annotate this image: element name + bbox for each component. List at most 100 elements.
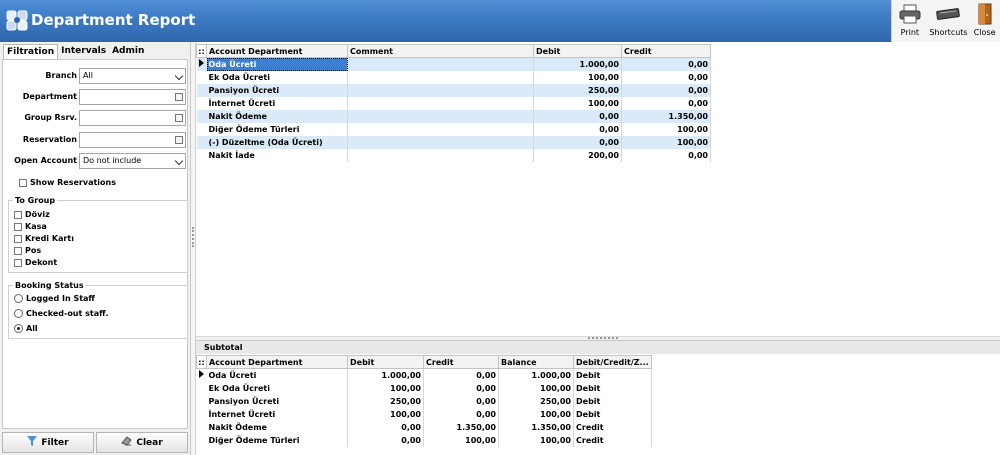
- open-account-select[interactable]: Do not include: [79, 153, 186, 169]
- to-group-item[interactable]: Kasa: [14, 222, 47, 231]
- account-department-cell[interactable]: İnternet Ücreti: [206, 407, 348, 421]
- lookup-icon[interactable]: [175, 114, 183, 122]
- table-row[interactable]: Nakit İade 200,00 0,00: [196, 148, 711, 162]
- radio-circle[interactable]: [14, 294, 23, 303]
- department-field[interactable]: [79, 89, 186, 105]
- checkbox-box[interactable]: [14, 210, 22, 219]
- shortcuts-button[interactable]: Shortcuts: [928, 0, 970, 42]
- debit-cell[interactable]: 0,00: [533, 135, 622, 149]
- table-row[interactable]: (-) Düzeltme (Oda Ücreti) 0,00 100,00: [196, 135, 711, 149]
- credit-cell[interactable]: 1.350,00: [423, 420, 499, 434]
- credit-cell[interactable]: 0,00: [423, 394, 499, 408]
- credit-cell[interactable]: 100,00: [621, 122, 711, 136]
- credit-cell[interactable]: 0,00: [423, 381, 499, 395]
- radio-all[interactable]: All: [14, 324, 38, 333]
- table-row[interactable]: Diğer Ödeme Türleri 0,00 100,00 100,00 C…: [196, 433, 652, 447]
- balance-cell[interactable]: 100,00: [498, 433, 574, 447]
- account-department-cell[interactable]: İnternet Ücreti: [206, 96, 348, 110]
- radio-checked-out[interactable]: Checked-out staff.: [14, 309, 109, 318]
- comment-cell[interactable]: [347, 122, 534, 136]
- comment-cell[interactable]: [347, 96, 534, 110]
- account-department-cell[interactable]: Nakit Ödeme: [206, 109, 348, 123]
- column-header[interactable]: Account Department: [206, 44, 348, 58]
- tab-admin[interactable]: Admin: [109, 44, 147, 60]
- branch-select[interactable]: All: [79, 68, 186, 84]
- tab-filtration[interactable]: Filtration: [3, 44, 59, 60]
- debit-cell[interactable]: 1.000,00: [533, 57, 622, 71]
- credit-cell[interactable]: 0,00: [621, 148, 711, 162]
- print-button[interactable]: Print: [892, 0, 928, 42]
- balance-cell[interactable]: 250,00: [498, 394, 574, 408]
- debit-cell[interactable]: 0,00: [533, 109, 622, 123]
- clear-button[interactable]: Clear: [96, 432, 188, 453]
- comment-cell[interactable]: [347, 109, 534, 123]
- grid-options-icon[interactable]: ::: [196, 44, 207, 58]
- account-department-cell[interactable]: Ek Oda Ücreti: [206, 70, 348, 84]
- comment-cell[interactable]: [347, 135, 534, 149]
- account-department-cell[interactable]: Pansiyon Ücreti: [206, 83, 348, 97]
- column-header[interactable]: Credit: [621, 44, 711, 58]
- filter-button[interactable]: Filter: [2, 432, 94, 453]
- debit-cell[interactable]: 100,00: [347, 407, 424, 421]
- table-row[interactable]: Ek Oda Ücreti 100,00 0,00 100,00 Debit: [196, 381, 652, 395]
- to-group-item[interactable]: Dekont: [14, 258, 57, 267]
- account-department-cell[interactable]: Ek Oda Ücreti: [206, 381, 348, 395]
- lookup-icon[interactable]: [175, 93, 183, 101]
- radio-logged-in[interactable]: Logged In Staff: [14, 294, 95, 303]
- to-group-item[interactable]: Kredi Kartı: [14, 234, 74, 243]
- column-header[interactable]: Debit: [347, 355, 424, 369]
- to-group-item[interactable]: Pos: [14, 246, 41, 255]
- comment-cell[interactable]: [347, 57, 534, 71]
- column-header[interactable]: Comment: [347, 44, 534, 58]
- table-row[interactable]: Nakit Ödeme 0,00 1.350,00: [196, 109, 711, 123]
- comment-cell[interactable]: [347, 70, 534, 84]
- radio-circle-selected[interactable]: [14, 324, 23, 333]
- column-header[interactable]: Credit: [423, 355, 499, 369]
- table-row[interactable]: Oda Ücreti 1.000,00 0,00: [196, 57, 711, 71]
- credit-cell[interactable]: 0,00: [621, 96, 711, 110]
- balance-cell[interactable]: 100,00: [498, 407, 574, 421]
- radio-circle[interactable]: [14, 309, 23, 318]
- balance-cell[interactable]: 1.000,00: [498, 368, 574, 382]
- debit-cell[interactable]: 0,00: [347, 433, 424, 447]
- account-department-cell[interactable]: (-) Düzeltme (Oda Ücreti): [206, 135, 348, 149]
- credit-cell[interactable]: 0,00: [621, 83, 711, 97]
- type-cell[interactable]: Debit: [573, 407, 652, 421]
- table-row[interactable]: İnternet Ücreti 100,00 0,00 100,00 Debit: [196, 407, 652, 421]
- show-reservations-checkbox[interactable]: Show Reservations: [19, 178, 116, 187]
- checkbox-box[interactable]: [19, 178, 27, 187]
- credit-cell[interactable]: 0,00: [423, 368, 499, 382]
- type-cell[interactable]: Credit: [573, 420, 652, 434]
- debit-cell[interactable]: 200,00: [533, 148, 622, 162]
- table-row[interactable]: İnternet Ücreti 100,00 0,00: [196, 96, 711, 110]
- table-row[interactable]: Oda Ücreti 1.000,00 0,00 1.000,00 Debit: [196, 368, 652, 382]
- close-button[interactable]: Close: [969, 0, 1000, 42]
- type-cell[interactable]: Credit: [573, 433, 652, 447]
- checkbox-box[interactable]: [14, 234, 22, 243]
- comment-cell[interactable]: [347, 83, 534, 97]
- credit-cell[interactable]: 100,00: [621, 135, 711, 149]
- tab-intervals[interactable]: Intervals: [58, 44, 109, 60]
- credit-cell[interactable]: 100,00: [423, 433, 499, 447]
- debit-cell[interactable]: 250,00: [533, 83, 622, 97]
- type-cell[interactable]: Debit: [573, 381, 652, 395]
- table-row[interactable]: Pansiyon Ücreti 250,00 0,00 250,00 Debit: [196, 394, 652, 408]
- account-department-cell[interactable]: Nakit Ödeme: [206, 420, 348, 434]
- type-cell[interactable]: Debit: [573, 394, 652, 408]
- checkbox-box[interactable]: [14, 222, 22, 231]
- debit-cell[interactable]: 100,00: [533, 96, 622, 110]
- debit-cell[interactable]: 0,00: [347, 420, 424, 434]
- debit-cell[interactable]: 250,00: [347, 394, 424, 408]
- column-header[interactable]: Debit/Credit/Z...: [573, 355, 652, 369]
- credit-cell[interactable]: 1.350,00: [621, 109, 711, 123]
- table-row[interactable]: Ek Oda Ücreti 100,00 0,00: [196, 70, 711, 84]
- checkbox-box[interactable]: [14, 246, 22, 255]
- table-row[interactable]: Nakit Ödeme 0,00 1.350,00 1.350,00 Credi…: [196, 420, 652, 434]
- account-department-cell[interactable]: Nakit İade: [206, 148, 348, 162]
- comment-cell[interactable]: [347, 148, 534, 162]
- debit-cell[interactable]: 100,00: [533, 70, 622, 84]
- account-department-cell[interactable]: Oda Ücreti: [206, 368, 348, 382]
- debit-cell[interactable]: 0,00: [533, 122, 622, 136]
- credit-cell[interactable]: 0,00: [423, 407, 499, 421]
- credit-cell[interactable]: 0,00: [621, 70, 711, 84]
